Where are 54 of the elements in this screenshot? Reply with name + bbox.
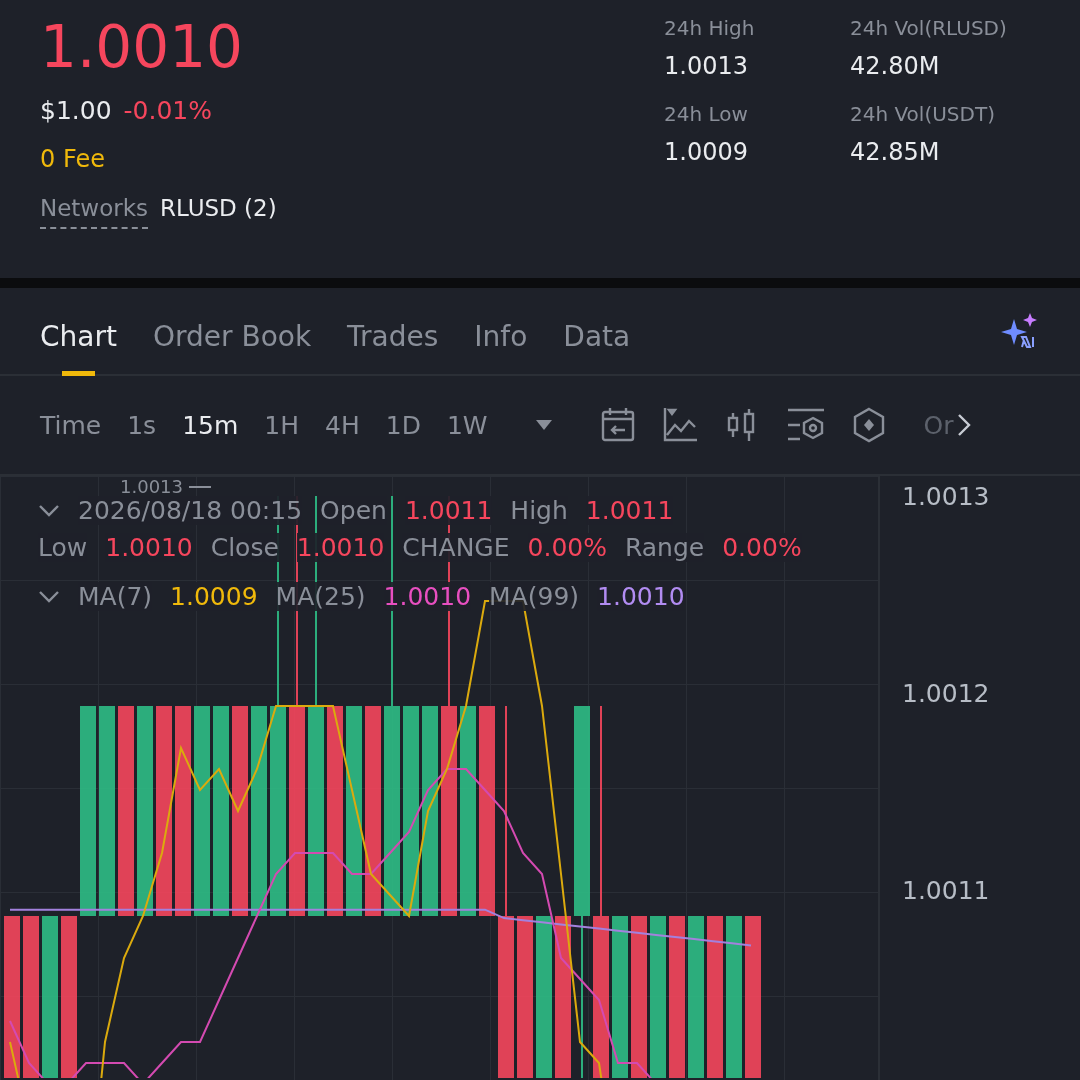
moving-average-value: 1.0010 bbox=[383, 582, 472, 611]
tab[interactable]: Chart bbox=[40, 302, 117, 376]
price-axis-label: 1.0011 bbox=[902, 876, 991, 905]
collapse-chevron-icon[interactable] bbox=[38, 589, 60, 604]
dropdown-caret-icon[interactable] bbox=[533, 419, 554, 431]
tab[interactable]: Data bbox=[563, 302, 631, 376]
stat-value: 42.85M bbox=[850, 138, 941, 166]
moving-average-label: MA(25) bbox=[275, 582, 366, 611]
indicator-settings-icon[interactable] bbox=[785, 407, 826, 443]
ohlc-label: Close bbox=[210, 533, 279, 562]
ohlc-value: 0.00% bbox=[527, 533, 607, 562]
marker-line bbox=[189, 485, 211, 488]
networks-label: Networks bbox=[40, 195, 148, 229]
moving-average-label: MA(99) bbox=[489, 582, 580, 611]
last-price: 1.0010 bbox=[40, 14, 244, 80]
interval-tab[interactable]: 1W bbox=[446, 410, 488, 440]
moving-average-value: 1.0009 bbox=[170, 582, 258, 611]
stat-label: 24h Low bbox=[664, 102, 749, 126]
stat-label: 24h Vol(RLUSD) bbox=[850, 16, 1008, 40]
price-axis-label: 1.0012 bbox=[902, 679, 991, 708]
max-price-marker: 1.0013 bbox=[120, 476, 183, 497]
stat-label: 24h High bbox=[664, 16, 756, 40]
chevron-right-icon[interactable] bbox=[957, 413, 972, 437]
interval-tab[interactable]: 1H bbox=[264, 410, 299, 440]
stat-value: 1.0009 bbox=[664, 138, 749, 166]
interval-tab[interactable]: 1D bbox=[385, 410, 421, 440]
moving-average-label: MA(7) bbox=[78, 582, 153, 611]
price-axis-label: 1.0013 bbox=[902, 482, 991, 511]
fee-label: 0 Fee bbox=[40, 145, 106, 173]
candle-datetime: 2026/08/18 00:15 bbox=[78, 496, 303, 525]
more-tools-label[interactable]: Or bbox=[923, 410, 954, 440]
tab[interactable]: Order Book bbox=[152, 302, 312, 376]
calendar-icon[interactable] bbox=[599, 407, 636, 443]
tab[interactable]: Trades bbox=[347, 302, 439, 376]
stat-value: 1.0013 bbox=[664, 52, 749, 80]
stat-label: 24h Vol(USDT) bbox=[850, 102, 996, 126]
ohlc-label: CHANGE bbox=[402, 533, 510, 562]
interval-tab[interactable]: 15m bbox=[182, 410, 239, 440]
networks-value: RLUSD (2) bbox=[160, 195, 277, 221]
stat-value: 42.80M bbox=[850, 52, 941, 80]
ohlc-label: Range bbox=[624, 533, 705, 562]
collapse-chevron-icon[interactable] bbox=[38, 503, 60, 518]
ohlc-value: 1.0010 bbox=[296, 533, 385, 562]
usd-price: $1.00 bbox=[40, 96, 112, 125]
interval-tab[interactable]: Time bbox=[40, 410, 102, 440]
ohlc-value: 1.0011 bbox=[585, 496, 674, 525]
ohlc-value: 0.00% bbox=[722, 533, 802, 562]
interval-tab[interactable]: 1s bbox=[127, 410, 157, 440]
ohlc-value: 1.0011 bbox=[404, 496, 493, 525]
hexagon-icon[interactable] bbox=[851, 407, 886, 443]
price-change: -0.01% bbox=[123, 96, 213, 125]
line-chart-icon[interactable] bbox=[661, 407, 698, 443]
interval-tab[interactable]: 4H bbox=[325, 410, 360, 440]
tab[interactable]: Info bbox=[474, 302, 528, 376]
